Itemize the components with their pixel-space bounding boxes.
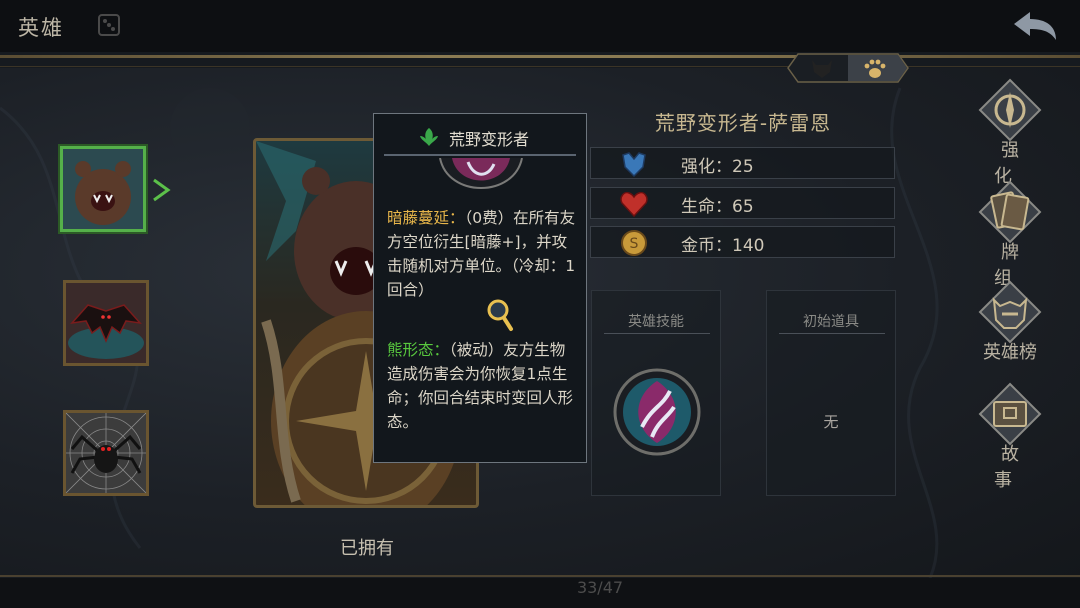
menu-story-button[interactable]: 故事 bbox=[972, 382, 1048, 491]
bat-portrait-icon bbox=[66, 283, 146, 363]
shield-icon bbox=[622, 152, 646, 178]
tooltip-divider bbox=[384, 154, 576, 156]
hero-slot-spider[interactable] bbox=[63, 410, 149, 496]
compass-icon bbox=[978, 78, 1042, 142]
skill-vine-cost: （0费） bbox=[464, 209, 514, 227]
heart-icon bbox=[620, 191, 648, 218]
dice-icon[interactable] bbox=[96, 12, 122, 38]
page-counter: 33/47 bbox=[576, 578, 624, 597]
header-divider-thin bbox=[0, 66, 1080, 67]
menu-deck-button[interactable]: 牌组 bbox=[972, 180, 1048, 289]
coin-icon: S bbox=[621, 230, 647, 256]
hero-tooltip: 荒野变形者 暗藤蔓延：（0费）在所有友方空位衍生[暗藤+]，并攻击随机对方单位。… bbox=[373, 113, 587, 463]
vine-skill-icon[interactable] bbox=[612, 367, 702, 457]
skill-vine-description: 暗藤蔓延：（0费）在所有友方空位衍生[暗藤+]，并攻击随机对方单位。（冷却：1回… bbox=[387, 206, 579, 302]
cards-icon bbox=[978, 180, 1042, 244]
owned-status-label: 已拥有 bbox=[340, 538, 394, 559]
starting-item-title: 初始道具 bbox=[803, 314, 859, 330]
starting-item-value: 无 bbox=[823, 413, 839, 431]
stat-gold-text: 金币：140 bbox=[681, 236, 765, 256]
footer-divider bbox=[0, 575, 1080, 577]
menu-story-label: 故事 bbox=[994, 444, 1033, 491]
tooltip-body: 暗藤蔓延：（0费）在所有友方空位衍生[暗藤+]，并攻击随机对方单位。（冷却：1回… bbox=[387, 206, 579, 434]
tooltip-title: 荒野变形者 bbox=[448, 130, 529, 149]
starting-item-box: 初始道具 无 bbox=[766, 290, 896, 496]
svg-text:S: S bbox=[630, 236, 639, 252]
back-arrow-icon[interactable] bbox=[1010, 8, 1060, 44]
hero-skill-title: 英雄技能 bbox=[628, 314, 684, 330]
menu-upgrade-button[interactable]: 强化 bbox=[972, 78, 1048, 187]
hero-slot-bear[interactable] bbox=[60, 146, 146, 232]
stat-strength-text: 强化：25 bbox=[681, 157, 754, 177]
skill-vine-name: 暗藤蔓延： bbox=[387, 209, 465, 227]
hero-slot-bat[interactable] bbox=[63, 280, 149, 366]
hero-skill-divider bbox=[604, 333, 710, 334]
skill-bear-form-name: 熊形态： bbox=[387, 341, 450, 359]
helmet-icon bbox=[978, 280, 1042, 344]
skill-bear-form-description: 熊形态：（被动）友方生物造成伤害会为你恢复1点生命；你回合结束时变回人形态。 bbox=[387, 338, 579, 434]
hero-name: 荒野变形者-萨雷恩 bbox=[654, 111, 832, 135]
hero-category-toggle[interactable] bbox=[786, 52, 910, 84]
stat-row-hp: 生命：65 bbox=[590, 187, 895, 219]
hero-skill-box: 英雄技能 bbox=[591, 290, 721, 496]
stat-row-gold: S 金币：140 bbox=[590, 226, 895, 258]
header-divider bbox=[0, 55, 1080, 58]
bear-portrait-icon bbox=[63, 149, 143, 229]
page-title: 英雄 bbox=[18, 16, 64, 40]
top-bar bbox=[0, 0, 1080, 52]
stat-hp-text: 生命：65 bbox=[681, 197, 754, 217]
skill-emblem-icon bbox=[439, 158, 523, 189]
magnifier-icon[interactable] bbox=[486, 298, 514, 332]
selection-arrow-icon bbox=[153, 178, 171, 202]
spider-portrait-icon bbox=[65, 412, 147, 494]
book-icon bbox=[978, 382, 1042, 446]
stat-row-strength: 强化：25 bbox=[590, 147, 895, 179]
menu-ranking-button[interactable]: 英雄榜 bbox=[972, 280, 1048, 370]
menu-ranking-label: 英雄榜 bbox=[983, 342, 1037, 363]
starting-item-divider bbox=[779, 333, 885, 334]
